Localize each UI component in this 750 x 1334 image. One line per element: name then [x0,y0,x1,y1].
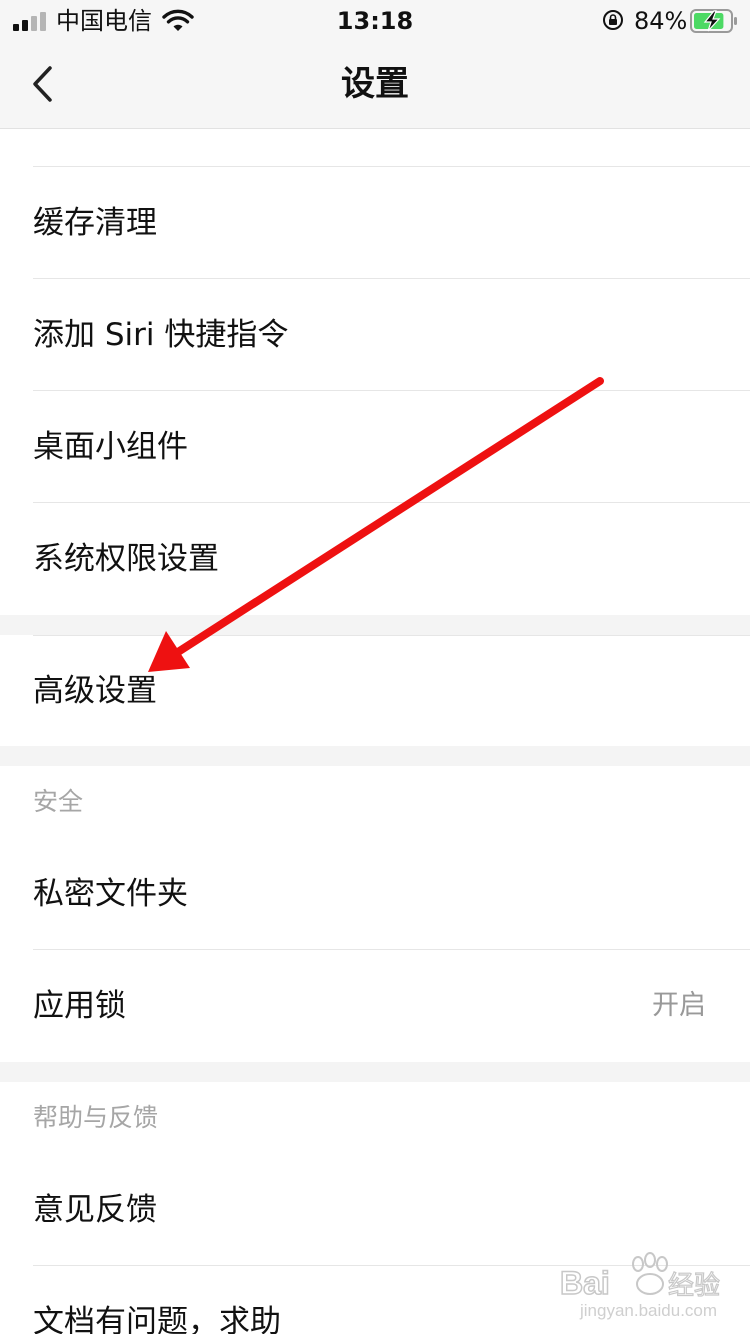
svg-text:jingyan.baidu.com: jingyan.baidu.com [579,1301,717,1320]
section-header-help: 帮助与反馈 [0,1082,750,1154]
row-label: 系统权限设置 [33,541,219,577]
row-advanced-settings[interactable]: 高级设置 [0,636,750,746]
settings-group-advanced: 高级设置 [0,635,750,746]
battery-percent: 84% [634,7,688,35]
settings-group-general: 缓存清理 添加 Siri 快捷指令 桌面小组件 系统权限设置 [0,129,750,615]
rotation-lock-icon [603,10,623,30]
top-spacer [0,129,750,167]
section-header-security: 安全 [0,766,750,838]
section-gap [0,615,750,635]
phone-screen: 中国电信 13:18 84% 设置 缓存清理 添加 Siri 快捷指令 桌面小组… [0,0,750,1334]
row-label: 高级设置 [33,673,157,709]
row-label: 私密文件夹 [33,876,188,912]
svg-text:经验: 经验 [668,1270,720,1300]
settings-group-security: 安全 私密文件夹 应用锁 开启 [0,766,750,1062]
settings-list: 缓存清理 添加 Siri 快捷指令 桌面小组件 系统权限设置 高级设置 安全 私… [0,129,750,1334]
section-header-label: 帮助与反馈 [33,1103,159,1132]
page-title: 设置 [341,64,409,104]
row-label: 意见反馈 [33,1192,157,1228]
row-app-lock[interactable]: 应用锁 开启 [0,950,750,1062]
row-label: 添加 Siri 快捷指令 [33,317,289,353]
row-desktop-widget[interactable]: 桌面小组件 [0,391,750,503]
svg-text:Bai: Bai [560,1265,610,1301]
baidu-paw-logo: Bai 经验 jingyan.baidu.com [559,1252,721,1320]
row-system-permissions[interactable]: 系统权限设置 [0,503,750,615]
app-lock-status: 开启 [652,990,706,1021]
status-bar: 中国电信 13:18 84% [0,0,750,40]
row-label: 缓存清理 [33,205,157,241]
section-gap [0,746,750,766]
section-gap [0,1062,750,1082]
row-add-siri-shortcut[interactable]: 添加 Siri 快捷指令 [0,279,750,391]
nav-bar: 设置 [0,40,750,129]
row-label: 文档有问题，求助 [33,1304,281,1334]
baidu-jingyan-watermark: Bai 经验 jingyan.baidu.com [559,1250,740,1326]
section-header-label: 安全 [33,787,84,816]
row-private-folder[interactable]: 私密文件夹 [0,838,750,950]
battery-charging-icon [690,9,737,33]
row-cache-clean[interactable]: 缓存清理 [0,167,750,279]
row-label: 桌面小组件 [33,429,188,465]
row-label: 应用锁 [33,988,126,1024]
